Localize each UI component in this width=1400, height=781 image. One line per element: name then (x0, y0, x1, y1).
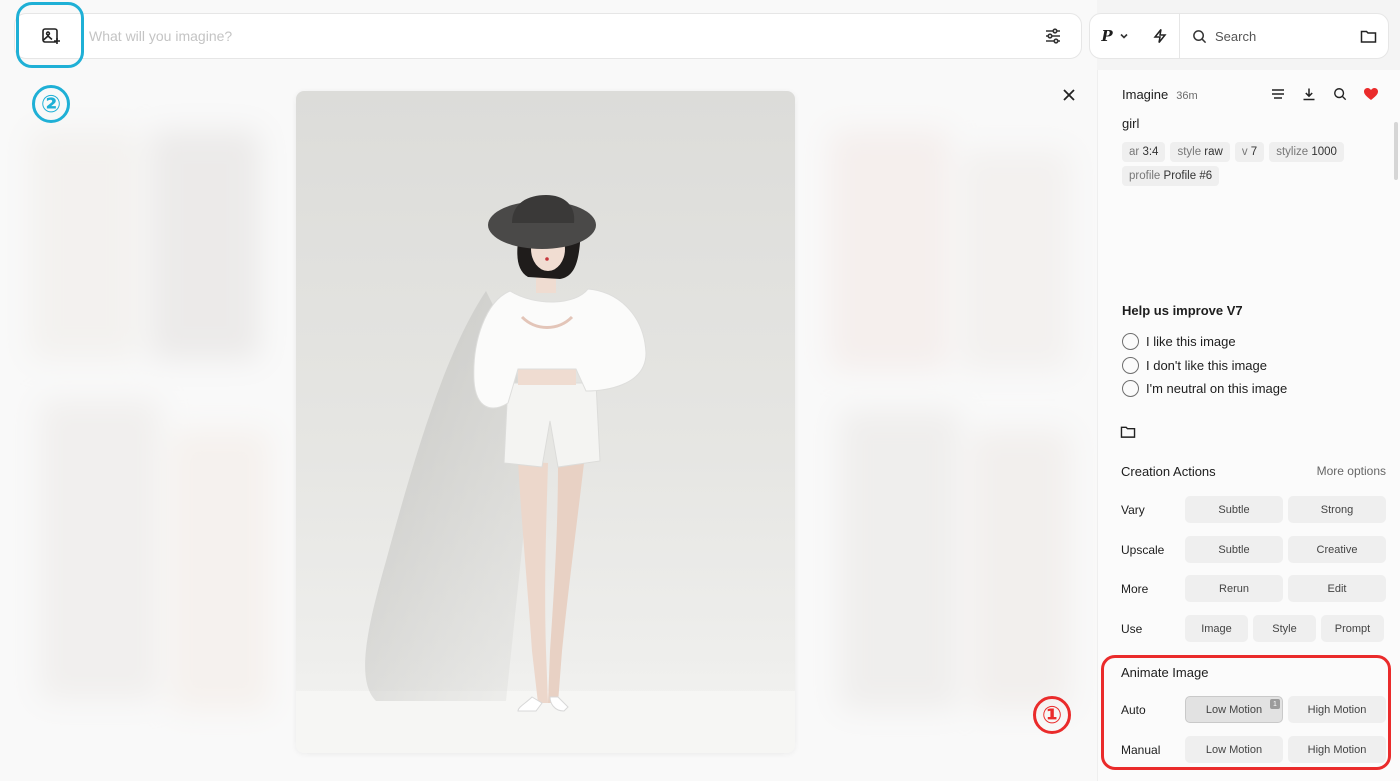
upload-highlight (16, 2, 84, 68)
edit-button[interactable]: Edit (1288, 575, 1386, 602)
param-chip[interactable]: profile Profile #6 (1122, 166, 1220, 186)
profile-selector[interactable]: P (1090, 14, 1140, 58)
param-chip[interactable]: v 7 (1234, 142, 1265, 162)
feedback-option-dislike[interactable]: I don't like this image (1122, 354, 1287, 378)
timestamp: 36m (1176, 90, 1198, 102)
heart-icon[interactable] (1361, 84, 1381, 104)
radio-label: I'm neutral on this image (1146, 381, 1288, 397)
prompt-bar (14, 13, 1082, 59)
close-icon[interactable] (1056, 82, 1082, 108)
upscale-creative-button[interactable]: Creative (1288, 536, 1386, 563)
feedback-title: Help us improve V7 (1122, 303, 1243, 318)
row-label: Vary (1121, 502, 1145, 517)
feedback-option-like[interactable]: I like this image (1122, 330, 1287, 354)
bolt-icon[interactable] (1140, 14, 1180, 58)
sliders-icon[interactable] (1035, 18, 1071, 54)
param-chip[interactable]: stylize 1000 (1269, 142, 1344, 162)
panel-header-actions (1268, 84, 1381, 104)
prompt-parameters: ar 3:4 style raw v 7 stylize 1000 profil… (1122, 142, 1384, 186)
prompt-input[interactable] (89, 28, 1035, 44)
annotation-badge-2: ② (32, 85, 70, 123)
folder-icon[interactable] (1348, 29, 1388, 44)
search-label: Search (1215, 28, 1257, 44)
rerun-button[interactable]: Rerun (1185, 575, 1283, 602)
folder-icon[interactable] (1120, 425, 1136, 444)
download-icon[interactable] (1299, 84, 1319, 104)
feedback-options: I like this image I don't like this imag… (1122, 330, 1287, 401)
search-icon[interactable] (1330, 84, 1350, 104)
use-row: Use Image Style Prompt (1121, 615, 1389, 642)
annotation-badge-1: ① (1033, 696, 1071, 734)
vary-row: Vary Subtle Strong (1121, 496, 1391, 523)
param-chip[interactable]: ar 3:4 (1122, 142, 1166, 162)
param-chip[interactable]: style raw (1170, 142, 1230, 162)
radio-label: I don't like this image (1146, 357, 1267, 373)
upscale-subtle-button[interactable]: Subtle (1185, 536, 1283, 563)
animate-highlight (1101, 655, 1391, 770)
radio-button[interactable] (1122, 356, 1139, 374)
use-image-button[interactable]: Image (1185, 615, 1248, 642)
profile-letter: P (1101, 27, 1113, 45)
row-label: Upscale (1121, 542, 1165, 557)
radio-label: I like this image (1146, 334, 1236, 350)
more-row: More Rerun Edit (1121, 575, 1391, 602)
figure-illustration (296, 195, 795, 753)
feedback-option-neutral[interactable]: I'm neutral on this image (1122, 377, 1287, 401)
search-icon (1193, 29, 1207, 43)
panel-header: Imagine 36m (1122, 87, 1198, 102)
row-label: More (1121, 581, 1149, 596)
mode-label: Imagine (1122, 87, 1169, 102)
radio-button[interactable] (1122, 333, 1139, 351)
row-label: Use (1121, 621, 1143, 636)
use-style-button[interactable]: Style (1253, 615, 1316, 642)
search-button[interactable]: Search (1180, 29, 1348, 44)
prompt-text[interactable]: girl (1122, 116, 1139, 131)
upscale-row: Upscale Subtle Creative (1121, 536, 1391, 563)
radio-button[interactable] (1122, 380, 1139, 398)
vary-strong-button[interactable]: Strong (1288, 496, 1386, 523)
vary-subtle-button[interactable]: Subtle (1185, 496, 1283, 523)
creation-actions-title: Creation Actions (1121, 464, 1216, 479)
more-options-link[interactable]: More options (1317, 464, 1386, 478)
use-prompt-button[interactable]: Prompt (1321, 615, 1384, 642)
generated-image[interactable] (296, 91, 795, 753)
top-right-toolbar: P Search (1089, 13, 1389, 59)
scrollbar[interactable] (1394, 122, 1398, 180)
menu-icon[interactable] (1268, 84, 1288, 104)
chevron-down-icon (1120, 33, 1128, 39)
